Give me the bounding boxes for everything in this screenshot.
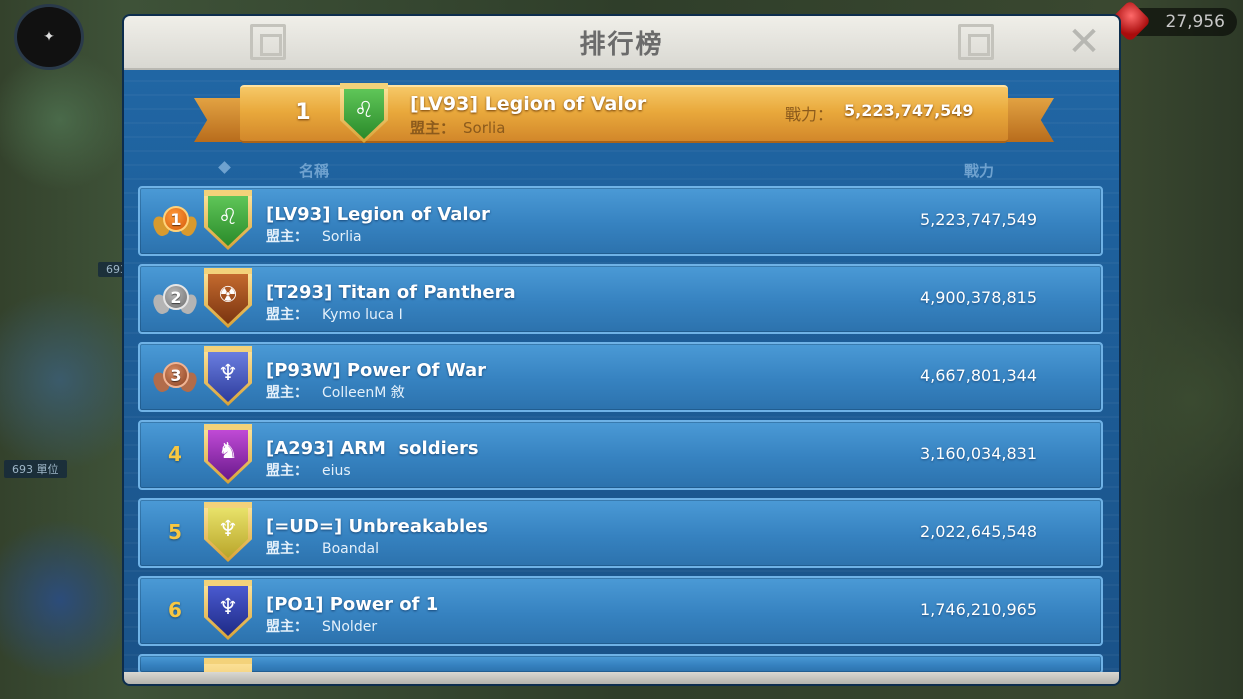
ornament-icon xyxy=(958,24,994,60)
gem-count: 27,956 xyxy=(1165,12,1225,32)
column-header-name: 名稱 xyxy=(299,162,330,180)
banner-rank: 1 xyxy=(295,100,311,125)
alliance-name: [=UD=] Unbreakables xyxy=(266,516,489,537)
rank-number: 4 xyxy=(168,442,182,466)
top-alliance-banner[interactable]: 1 ♌ [LV93] Legion of Valor 盟主： Sorlia 戰力：… xyxy=(240,83,1008,143)
alliance-leader: 盟主： Boandal xyxy=(266,541,379,557)
tiger-icon: ☢ xyxy=(208,274,248,324)
dragon-icon: ♞ xyxy=(208,430,248,480)
player-avatar[interactable]: ✦ xyxy=(14,4,84,70)
alliance-emblem: ♆ xyxy=(204,580,252,640)
rank-number: 6 xyxy=(168,598,182,622)
banner-power-label: 戰力： xyxy=(785,105,834,124)
ranking-list[interactable]: 1 ♌ [LV93] Legion of Valor 盟主： Sorlia 5,2… xyxy=(138,186,1103,682)
alliance-name: [P93W] Power Of War xyxy=(266,360,486,381)
close-button[interactable]: ✕ xyxy=(1067,22,1101,62)
alliance-name: [A293] ARM soldiers xyxy=(266,438,479,459)
alliance-leader: 盟主： Sorlia xyxy=(266,229,362,245)
alliance-power: 1,746,210,965 xyxy=(919,600,1037,619)
bronze-medal-icon: 3 xyxy=(150,360,200,396)
alliance-power: 4,900,378,815 xyxy=(919,288,1037,307)
alliance-name: [PO1] Power of 1 xyxy=(266,594,439,615)
alliance-emblem: ♆ xyxy=(204,502,252,562)
alliance-power: 3,160,034,831 xyxy=(919,444,1037,463)
phoenix-icon: ♆ xyxy=(208,586,248,636)
gem-counter[interactable]: 27,956 xyxy=(1108,0,1237,43)
phoenix-icon: ♆ xyxy=(208,352,248,402)
banner-leader: 盟主： Sorlia xyxy=(410,119,506,137)
lion-icon: ♌ xyxy=(344,89,384,139)
banner-power-value: 5,223,747,549 xyxy=(844,101,974,120)
alliance-power: 2,022,645,548 xyxy=(919,522,1037,541)
window-title: 排行榜 xyxy=(579,29,664,60)
alliance-emblem: ♌ xyxy=(204,190,252,250)
alliance-leader: 盟主： eius xyxy=(266,463,351,479)
alliance-leader: 盟主： SNolder xyxy=(266,619,378,635)
banner-alliance-name: [LV93] Legion of Valor xyxy=(410,93,647,115)
ranking-row[interactable]: 6 ♆ [PO1] Power of 1 盟主： SNolder 1,746,21… xyxy=(138,576,1103,646)
alliance-emblem: ♞ xyxy=(204,424,252,484)
ranking-row[interactable]: 1 ♌ [LV93] Legion of Valor 盟主： Sorlia 5,2… xyxy=(138,186,1103,256)
leaderboard-window: 排行榜 ✕ 1 ♌ [LV93] Legion of Valor 盟主： Sorl… xyxy=(124,16,1119,684)
alliance-power: 4,667,801,344 xyxy=(919,366,1037,385)
ranking-row[interactable]: 4 ♞ [A293] ARM soldiers 盟主： eius 3,160,03… xyxy=(138,420,1103,490)
alliance-power: 5,223,747,549 xyxy=(919,210,1037,229)
alliance-emblem: ♌ xyxy=(340,83,388,143)
gold-medal-icon: 1 xyxy=(150,204,200,240)
ranking-row[interactable] xyxy=(138,654,1103,674)
ranking-row[interactable]: 3 ♆ [P93W] Power Of War 盟主： ColleenM 敘 4,… xyxy=(138,342,1103,412)
unit-label: 693 單位 xyxy=(4,460,67,478)
column-header-power: 戰力 xyxy=(964,162,995,180)
title-bar: 排行榜 ✕ xyxy=(124,16,1119,70)
alliance-leader: 盟主： ColleenM 敘 xyxy=(266,385,405,401)
lion-icon: ♌ xyxy=(208,196,248,246)
phoenix-icon: ♆ xyxy=(208,508,248,558)
ranking-row[interactable]: 5 ♆ [=UD=] Unbreakables 盟主： Boandal 2,022… xyxy=(138,498,1103,568)
alliance-name: [LV93] Legion of Valor xyxy=(266,204,490,225)
alliance-emblem: ☢ xyxy=(204,268,252,328)
ranking-row[interactable]: 2 ☢ [T293] Titan of Panthera 盟主： Kymo luc… xyxy=(138,264,1103,334)
panel-bottom-edge xyxy=(124,672,1119,684)
ornament-icon xyxy=(250,24,286,60)
silver-medal-icon: 2 xyxy=(150,282,200,318)
alliance-name: [T293] Titan of Panthera xyxy=(266,282,516,303)
alliance-emblem: ♆ xyxy=(204,346,252,406)
alliance-leader: 盟主： Kymo luca I xyxy=(266,307,403,323)
rank-number: 5 xyxy=(168,520,182,544)
